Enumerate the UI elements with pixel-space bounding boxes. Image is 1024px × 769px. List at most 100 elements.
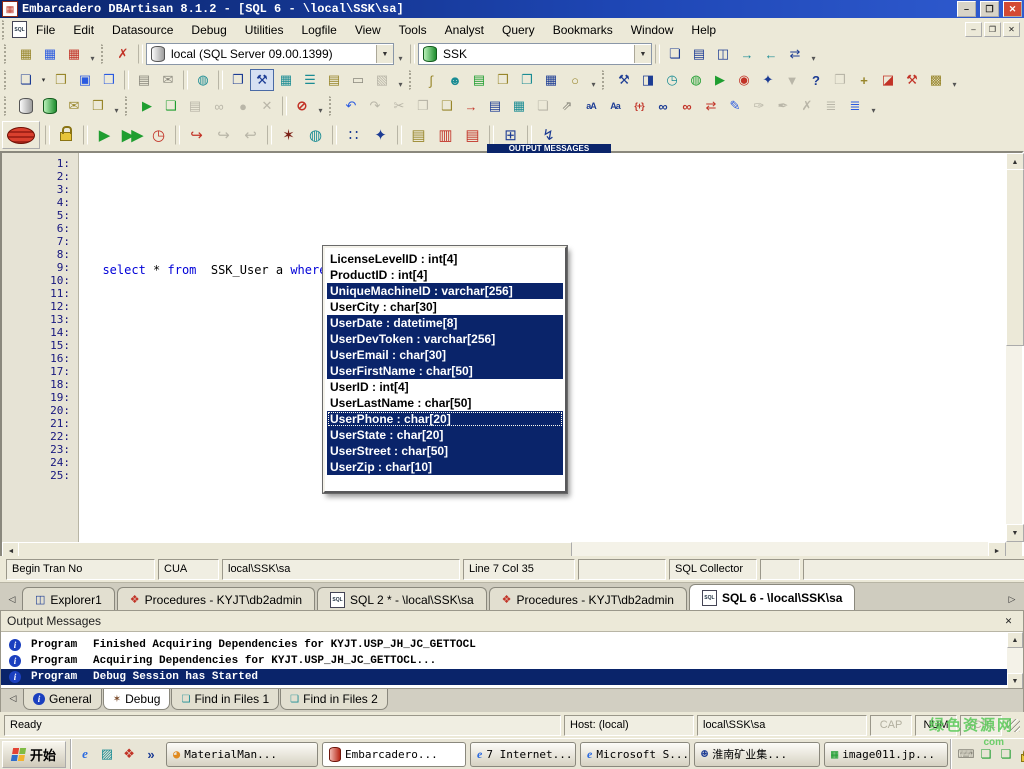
menu-logfile[interactable]: Logfile (292, 21, 345, 39)
ac-userdevtoken[interactable]: UserDevToken : varchar[256] (327, 331, 563, 347)
paste-sql-icon[interactable]: ▧ (370, 69, 394, 91)
output-message-1[interactable]: i Program Finished Acquiring Dependencie… (1, 637, 1007, 653)
tray-app1-icon[interactable]: ❏ (978, 746, 994, 762)
redo-icon[interactable]: ↷ (363, 95, 387, 117)
unregister-datasource-icon[interactable]: ▦ (62, 43, 86, 65)
generate-script-icon[interactable]: ▤ (459, 122, 486, 148)
tab-sql2[interactable]: SQL SQL 2 * - \local\SSK\sa (317, 587, 487, 611)
new-dropdown-icon[interactable]: ▾ (38, 69, 49, 91)
database-icon[interactable] (14, 95, 38, 117)
tools-icon[interactable]: ⚒ (900, 69, 924, 91)
books-icon[interactable]: ▤ (183, 95, 207, 117)
copy-icon[interactable]: ❐ (411, 95, 435, 117)
embarcadero-logo-icon[interactable] (2, 121, 40, 149)
send-script-icon[interactable]: ⇗ (555, 95, 579, 117)
uncomment-icon[interactable]: ✒ (771, 95, 795, 117)
braces-icon[interactable]: {+} (627, 95, 651, 117)
datasource-combobox-caret-icon[interactable]: ▼ (376, 45, 393, 63)
filter-icon[interactable]: ▼ (780, 69, 804, 91)
job-monitor-icon[interactable]: ◨ (636, 69, 660, 91)
toolbar-overflow-icon[interactable]: ▾ (807, 42, 820, 66)
resize-grip[interactable] (1007, 719, 1020, 732)
web-publish-icon[interactable]: ◍ (684, 69, 708, 91)
next-window-icon[interactable]: → (735, 43, 759, 65)
menu-help[interactable]: Help (682, 21, 725, 39)
menu-debug[interactable]: Debug (182, 21, 235, 39)
task-internet-group[interactable]: e 7 Internet... ▾ (470, 742, 576, 767)
toolbar-overflow-icon[interactable]: ▾ (86, 42, 99, 66)
execute-batch-icon[interactable]: ▶ (708, 69, 732, 91)
show-desktop-icon[interactable]: ▨ (98, 745, 116, 763)
ac-userphone[interactable]: UserPhone : char[20] (327, 411, 563, 427)
database-combobox-caret-icon[interactable]: ▼ (634, 45, 651, 63)
output-tab-find1[interactable]: ❏ Find in Files 1 (171, 689, 279, 710)
comment-icon[interactable]: ✑ (747, 95, 771, 117)
uppercase-icon[interactable]: aA (579, 95, 603, 117)
discover-datasources-icon[interactable]: ✗ (111, 43, 135, 65)
scroll-down-icon[interactable]: ▼ (1007, 673, 1023, 689)
task-microsoft[interactable]: e Microsoft S... (580, 742, 690, 767)
check-script-icon[interactable]: ▥ (432, 122, 459, 148)
toolbar-overflow-icon[interactable]: ▾ (314, 94, 327, 118)
tile-vertical-icon[interactable]: ◫ (711, 43, 735, 65)
tray-lock-icon[interactable] (1018, 746, 1024, 762)
replace-icon[interactable]: ⇄ (699, 95, 723, 117)
output-message-2[interactable]: i Program Acquiring Dependencies for KYJ… (1, 653, 1007, 669)
ie-quicklaunch-icon[interactable]: e (76, 745, 94, 763)
toolbar-overflow-icon[interactable]: ▾ (394, 42, 407, 66)
menu-datasource[interactable]: Datasource (103, 21, 182, 39)
datasource-explorer-icon[interactable]: ❐ (226, 69, 250, 91)
tab-sql6[interactable]: SQL SQL 6 - \local\SSK\sa (689, 584, 856, 611)
tab-scroll-left-icon[interactable]: ◁ (4, 590, 20, 608)
purge-icon[interactable]: ◪ (876, 69, 900, 91)
menu-utilities[interactable]: Utilities (236, 21, 293, 39)
search-quicklaunch-icon[interactable]: ❖ (120, 745, 138, 763)
breakpoint-options-icon[interactable]: ∷ (340, 122, 367, 148)
menu-analyst[interactable]: Analyst (436, 21, 493, 39)
datasource-combobox[interactable]: local (SQL Server 09.00.1399) ▼ (146, 43, 394, 65)
send-mail-icon[interactable]: ✉ (156, 69, 180, 91)
document-icon[interactable]: SQL (12, 21, 27, 38)
step-into-icon[interactable]: ↪ (183, 122, 210, 148)
web-browse-icon[interactable]: ◍ (191, 69, 215, 91)
paste-icon[interactable]: ❑ (435, 95, 459, 117)
monitor-icon[interactable]: ▦ (539, 69, 563, 91)
cascade-windows-icon[interactable]: ❏ (663, 43, 687, 65)
unlock-icon[interactable] (53, 122, 80, 148)
ac-userlastname[interactable]: UserLastName : char[50] (327, 395, 563, 411)
wizard-icon[interactable]: ✦ (756, 69, 780, 91)
keyboard-icon[interactable]: ⌨ (958, 746, 974, 762)
app-icon[interactable]: ▦ (2, 1, 18, 17)
query-builder-icon[interactable]: ▦ (274, 69, 298, 91)
generate-sql-icon[interactable]: ▩ (924, 69, 948, 91)
ac-userstreet[interactable]: UserStreet : char[50] (327, 443, 563, 459)
output-message-3[interactable]: i Program Debug Session has Started (1, 669, 1007, 685)
outdent-icon[interactable]: ≣ (843, 95, 867, 117)
print-icon[interactable]: ▤ (132, 69, 156, 91)
tile-horizontal-icon[interactable]: ▤ (687, 43, 711, 65)
save-all-icon[interactable]: ❒ (97, 69, 121, 91)
cancel-icon[interactable]: ✕ (255, 95, 279, 117)
output-scrollbar[interactable]: ▲ ▼ (1007, 632, 1023, 689)
menu-tools[interactable]: Tools (390, 21, 436, 39)
menu-window[interactable]: Window (622, 21, 683, 39)
session-mail-icon[interactable]: ✉ (62, 95, 86, 117)
menu-bookmarks[interactable]: Bookmarks (544, 21, 622, 39)
open-icon[interactable]: ❒ (49, 69, 73, 91)
ac-uniquemachineid[interactable]: UniqueMachineID : varchar[256] (327, 283, 563, 299)
task-image011[interactable]: ▦ image011.jp... (824, 742, 948, 767)
tray-app2-icon[interactable]: ❏ (998, 746, 1014, 762)
execute-icon[interactable]: ▶ (135, 95, 159, 117)
morph-sql-icon[interactable]: → (459, 95, 483, 117)
data-editor-icon[interactable]: ▭ (346, 69, 370, 91)
ac-userdate[interactable]: UserDate : datetime[8] (327, 315, 563, 331)
ac-userstate[interactable]: UserState : char[20] (327, 427, 563, 443)
menu-edit[interactable]: Edit (64, 21, 103, 39)
mdi-restore-button[interactable]: ❐ (984, 22, 1001, 37)
debug-continue-icon[interactable]: ▶▶ (118, 122, 145, 148)
mdi-minimize-button[interactable]: – (965, 22, 982, 37)
previous-window-icon[interactable]: ← (759, 43, 783, 65)
task-huainan[interactable]: ☻ 淮南矿业集... (694, 742, 820, 767)
script-library-icon[interactable]: ☰ (298, 69, 322, 91)
menu-query[interactable]: Query (493, 21, 544, 39)
